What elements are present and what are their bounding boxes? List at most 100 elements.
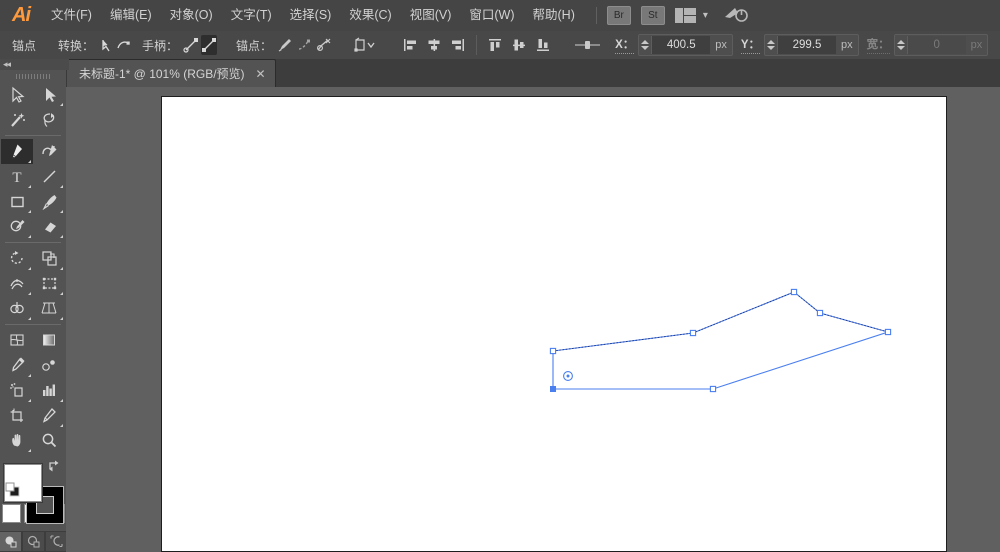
align-left-button[interactable] xyxy=(399,35,421,55)
direct-selection-tool[interactable] xyxy=(33,82,65,107)
artboard-tool[interactable] xyxy=(1,403,33,428)
eraser-tool[interactable] xyxy=(33,214,65,239)
draw-inside-button[interactable] xyxy=(45,531,68,552)
menu-divider xyxy=(596,7,597,24)
rectangle-tool[interactable] xyxy=(1,189,33,214)
menu-edit[interactable]: 编辑(E) xyxy=(101,0,161,31)
shape-builder-tool[interactable] xyxy=(1,296,33,321)
swap-fill-stroke-icon[interactable] xyxy=(48,459,62,472)
transform-shape-dropdown[interactable] xyxy=(353,35,379,55)
line-segment-tool[interactable] xyxy=(33,164,65,189)
menu-bar: Ai 文件(F)编辑(E)对象(O)文字(T)选择(S)效果(C)视图(V)窗口… xyxy=(0,0,1000,32)
tool-group-indicator xyxy=(60,424,63,427)
collapse-panel-button[interactable]: ◂◂ xyxy=(0,59,69,70)
x-position-field-stepper[interactable] xyxy=(639,36,652,54)
tool-divider xyxy=(5,324,61,325)
tool-group-indicator xyxy=(28,292,31,295)
x-position-field[interactable]: 400.5px xyxy=(638,34,733,56)
magic-wand-tool[interactable] xyxy=(1,107,33,132)
document-tab[interactable]: 未标题-1* @ 101% (RGB/预览) ✕ xyxy=(66,59,276,87)
connect-anchor-button[interactable] xyxy=(296,35,313,55)
convert-to-corner-button[interactable] xyxy=(99,35,114,55)
perspective-grid-tool[interactable] xyxy=(33,296,65,321)
pen-tool[interactable] xyxy=(1,139,33,164)
rotate-tool[interactable] xyxy=(1,246,33,271)
hand-tool[interactable] xyxy=(1,428,33,453)
y-position-field-stepper[interactable] xyxy=(765,36,778,54)
tool-group-indicator xyxy=(60,399,63,402)
convert-to-smooth-button[interactable] xyxy=(116,35,131,55)
align-vertical-center-button[interactable] xyxy=(508,35,530,55)
align-horizontal-center-button[interactable] xyxy=(423,35,445,55)
align-bottom-button[interactable] xyxy=(532,35,554,55)
tool-group-2 xyxy=(1,246,65,321)
align-right-button[interactable] xyxy=(447,35,469,55)
tool-group-indicator xyxy=(28,399,31,402)
bridge-icon[interactable]: Br xyxy=(607,6,631,25)
y-position-field-value[interactable]: 299.5 xyxy=(778,36,836,54)
tool-group-3 xyxy=(1,328,65,453)
menu-type[interactable]: 文字(T) xyxy=(222,0,281,31)
handles-label: 手柄： xyxy=(142,37,178,54)
column-graph-tool[interactable] xyxy=(33,378,65,403)
default-fill-stroke-icon[interactable] xyxy=(5,482,20,497)
shaper-tool[interactable] xyxy=(1,214,33,239)
x-position-field-value[interactable]: 400.5 xyxy=(652,36,710,54)
tool-group-0 xyxy=(1,82,65,132)
eyedropper-tool[interactable] xyxy=(1,353,33,378)
control-panel-title: 锚点 xyxy=(12,37,36,54)
tool-divider xyxy=(5,135,61,136)
cut-path-button[interactable] xyxy=(315,35,333,55)
selection-tool[interactable] xyxy=(1,82,33,107)
paintbrush-tool[interactable] xyxy=(33,189,65,214)
hide-handles-button[interactable] xyxy=(201,35,217,55)
symbol-sprayer-tool[interactable] xyxy=(1,378,33,403)
free-transform-tool[interactable] xyxy=(33,271,65,296)
remove-anchor-button[interactable] xyxy=(277,35,294,55)
tool-group-indicator xyxy=(28,374,31,377)
width-tool[interactable] xyxy=(1,271,33,296)
menu-view[interactable]: 视图(V) xyxy=(401,0,461,31)
canvas-area[interactable] xyxy=(66,87,1000,552)
width-field[interactable]: 0px xyxy=(894,34,989,56)
show-handles-button[interactable] xyxy=(183,35,199,55)
gradient-tool[interactable] xyxy=(33,328,65,353)
mesh-tool[interactable] xyxy=(1,328,33,353)
menu-window[interactable]: 窗口(W) xyxy=(460,0,523,31)
close-icon[interactable]: ✕ xyxy=(256,68,266,80)
width-field-value[interactable]: 0 xyxy=(908,36,966,54)
align-top-button[interactable] xyxy=(484,35,506,55)
tools-panel-grip[interactable] xyxy=(16,74,50,79)
zoom-tool[interactable] xyxy=(33,428,65,453)
document-tab-bar: 未标题-1* @ 101% (RGB/预览) ✕ xyxy=(0,59,1000,88)
y-position-field[interactable]: 299.5px xyxy=(764,34,859,56)
draw-normal-button[interactable] xyxy=(0,531,22,552)
open-polygon-path[interactable] xyxy=(66,87,1000,552)
workspace-switcher-icon[interactable]: ▾ xyxy=(675,8,708,23)
x-position-field-unit: px xyxy=(710,39,732,51)
width-field-stepper[interactable] xyxy=(895,36,908,54)
tool-group-indicator xyxy=(28,267,31,270)
menu-file[interactable]: 文件(F) xyxy=(42,0,101,31)
slice-tool[interactable] xyxy=(33,403,65,428)
tool-group-indicator xyxy=(60,292,63,295)
menu-help[interactable]: 帮助(H) xyxy=(524,0,584,31)
divider xyxy=(476,35,477,55)
width-field-group: 宽：0px xyxy=(861,34,991,56)
cloud-sync-icon[interactable] xyxy=(724,5,748,26)
tool-group-indicator xyxy=(60,235,63,238)
width-field-label: 宽： xyxy=(867,36,890,54)
menu-effect[interactable]: 效果(C) xyxy=(340,0,400,31)
menu-select[interactable]: 选择(S) xyxy=(281,0,341,31)
menu-object[interactable]: 对象(O) xyxy=(161,0,222,31)
curvature-tool[interactable] xyxy=(33,139,65,164)
stock-icon[interactable]: St xyxy=(641,6,665,25)
stroke-weight-slider[interactable] xyxy=(574,35,602,55)
tool-group-indicator xyxy=(28,185,31,188)
scale-tool[interactable] xyxy=(33,246,65,271)
blend-tool[interactable] xyxy=(33,353,65,378)
lasso-tool[interactable] xyxy=(33,107,65,132)
type-tool[interactable]: T xyxy=(1,164,33,189)
draw-behind-button[interactable] xyxy=(22,531,45,552)
color-swatch-button[interactable] xyxy=(2,504,21,523)
